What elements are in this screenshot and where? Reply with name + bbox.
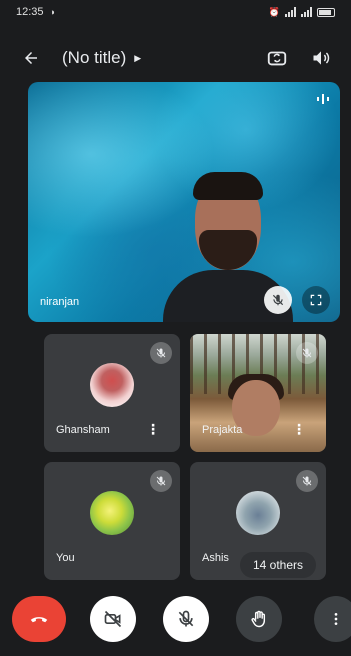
speaker-icon [313,51,330,65]
main-participant-name: niranjan [40,296,80,308]
more-vert-icon [334,613,338,625]
battery-icon [317,7,335,17]
switch-camera-button[interactable] [261,42,293,74]
video-off-icon [104,610,122,628]
main-video-tile[interactable]: niranjan [28,82,340,322]
raise-hand-button[interactable] [236,596,282,642]
arrow-left-icon [25,52,37,64]
participant-tile[interactable]: You [44,462,180,580]
participant-name: Prajakta [202,424,243,436]
participant-name: You [56,552,75,564]
mic-off-icon [296,470,318,492]
back-button[interactable] [14,41,48,75]
camera-toggle-button[interactable] [90,596,136,642]
hand-icon [251,610,266,628]
status-bar: 12:35 ◑ ⏰ [0,0,351,24]
end-call-button[interactable] [12,596,66,642]
meeting-title-button[interactable]: (No title) ▶ [62,48,141,68]
mic-off-icon [296,342,318,364]
more-vert-icon[interactable]: ⋮ [292,421,306,438]
avatar [90,363,134,407]
speaker-button[interactable] [305,42,337,74]
participant-tile[interactable]: Prajakta ⋮ [190,334,326,452]
status-time: 12:35 [16,6,44,18]
mic-off-icon [178,610,194,627]
mic-off-icon [150,470,172,492]
participant-name: Ghansham [56,424,110,436]
audio-level-icon [316,92,330,111]
notification-icon: ◑ [49,7,55,17]
meeting-title: (No title) [62,48,127,67]
mic-off-icon [272,294,284,306]
app-bar: (No title) ▶ [0,36,351,80]
mic-off-icon [150,342,172,364]
more-options-button[interactable] [314,596,351,642]
phone-hangup-icon [30,617,48,623]
caret-right-icon: ▶ [134,52,142,63]
call-controls [0,596,351,646]
avatar [90,491,134,535]
signal-2-icon [301,7,312,17]
more-vert-icon[interactable]: ⋮ [146,421,160,438]
mic-toggle-button[interactable] [163,596,209,642]
signal-icon [285,7,296,17]
switch-camera-icon [267,51,287,66]
fullscreen-icon [310,294,322,306]
others-count-button[interactable]: 14 others [240,552,316,578]
alarm-icon: ⏰ [268,6,280,17]
participant-tile[interactable]: Ghansham ⋮ [44,334,180,452]
mic-off-button[interactable] [264,286,292,314]
fullscreen-button[interactable] [302,286,330,314]
avatar [236,491,280,535]
participant-name: Ashis [202,552,229,564]
